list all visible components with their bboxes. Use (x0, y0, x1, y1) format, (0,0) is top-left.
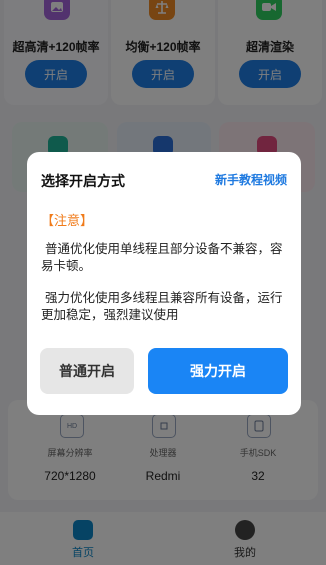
tutorial-video-link[interactable]: 新手教程视频 (215, 171, 287, 188)
enable-mode-dialog: 选择开启方式 新手教程视频 【注意】 普通优化使用单线程且部分设备不兼容，容易卡… (27, 152, 301, 415)
strong-mode-description: 强力优化使用多线程且兼容所有设备，运行更加稳定，强烈建议使用 (41, 291, 283, 322)
strong-enable-button[interactable]: 强力开启 (148, 348, 288, 394)
notice-heading: 【注意】 (41, 213, 94, 228)
normal-mode-description: 普通优化使用单线程且部分设备不兼容，容易卡顿。 (41, 242, 283, 273)
normal-enable-button[interactable]: 普通开启 (40, 348, 134, 394)
dialog-title: 选择开启方式 (41, 173, 125, 189)
